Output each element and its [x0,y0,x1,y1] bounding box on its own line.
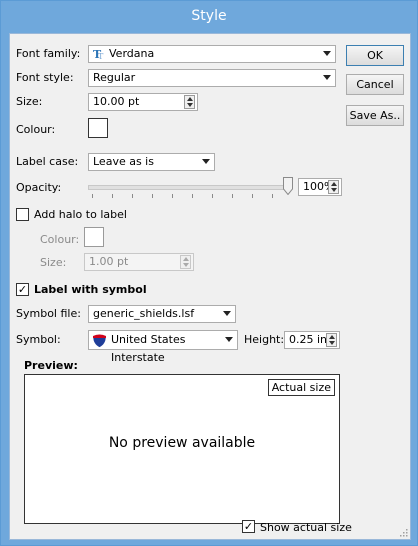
font-family-select[interactable]: TT Verdana [88,45,336,63]
save-as-button[interactable]: Save As.. [346,105,404,126]
slider-tick [272,194,273,198]
font-size-label: Size: [16,95,43,108]
halo-checkbox[interactable] [16,208,29,221]
spin-arrows-icon[interactable] [180,255,191,269]
halo-size-value: 1.00 pt [89,255,129,268]
label-with-symbol-checkbox[interactable]: ✓ [16,283,29,296]
symbol-file-label: Symbol file: [16,307,81,320]
slider-tick [152,194,153,198]
font-colour-swatch[interactable] [88,118,108,138]
symbol-label: Symbol: [16,333,61,346]
font-size-value: 10.00 pt [93,95,140,108]
halo-checkbox-label: Add halo to label [34,208,127,221]
window-title: Style [1,1,417,33]
slider-tick [212,194,213,198]
label-case-select[interactable]: Leave as is [88,153,215,171]
cancel-button[interactable]: Cancel [346,74,404,95]
spin-arrows-icon[interactable] [184,95,195,109]
halo-size-label: Size: [40,256,67,269]
symbol-file-value: generic_shields.lsf [93,307,195,320]
preview-panel: Actual size No preview available [24,374,340,524]
slider-tick [172,194,173,198]
slider-tick [132,194,133,198]
chevron-down-icon [323,51,331,56]
interstate-shield-icon [92,333,107,354]
no-preview-text: No preview available [108,435,256,451]
symbol-select[interactable]: United States Interstate [88,330,238,364]
show-actual-size-label: Show actual size [260,521,352,534]
opacity-slider-track[interactable] [88,185,290,190]
halo-colour-swatch[interactable] [84,227,104,247]
font-colour-label: Colour: [16,123,56,136]
spin-arrows-icon[interactable] [326,333,337,347]
slider-tick [92,194,93,198]
dialog-window: Style Font family: TT Verdana Font style… [0,0,418,546]
opacity-slider-thumb[interactable] [283,177,293,196]
label-case-label: Label case: [16,155,79,168]
font-family-value: Verdana [109,47,155,60]
chevron-down-icon [202,159,210,164]
label-case-value: Leave as is [93,155,154,168]
spin-arrows-icon[interactable] [328,180,339,194]
resize-grip-icon[interactable] [398,527,408,537]
font-style-select[interactable]: Regular [88,69,336,87]
symbol-height-label: Height: [244,333,285,346]
preview-label: Preview: [24,359,78,372]
dialog-client-area: Font family: TT Verdana Font style: Regu… [9,33,411,540]
chevron-down-icon [323,75,331,80]
slider-tick [192,194,193,198]
label-with-symbol-label: Label with symbol [34,283,147,296]
opacity-spinbox[interactable]: 100% [298,178,342,196]
halo-colour-label: Colour: [40,233,80,246]
halo-size-spinbox[interactable]: 1.00 pt [84,253,194,271]
slider-tick [112,194,113,198]
chevron-down-icon [223,311,231,316]
symbol-height-value: 0.25 in [289,333,328,346]
symbol-file-select[interactable]: generic_shields.lsf [88,305,236,323]
font-style-label: Font style: [16,71,74,84]
truetype-font-icon: TT [93,48,105,65]
show-actual-size-checkbox[interactable]: ✓ [242,520,255,533]
opacity-label: Opacity: [16,181,62,194]
slider-tick [252,194,253,198]
symbol-height-spinbox[interactable]: 0.25 in [284,331,340,349]
actual-size-button[interactable]: Actual size [267,379,335,396]
symbol-value: United States Interstate [111,333,186,364]
ok-button[interactable]: OK [346,45,404,66]
font-style-value: Regular [93,71,136,84]
font-size-spinbox[interactable]: 10.00 pt [88,93,198,111]
svg-text:T: T [98,52,104,60]
slider-tick [232,194,233,198]
font-family-label: Font family: [16,47,81,60]
chevron-down-icon [225,337,233,342]
